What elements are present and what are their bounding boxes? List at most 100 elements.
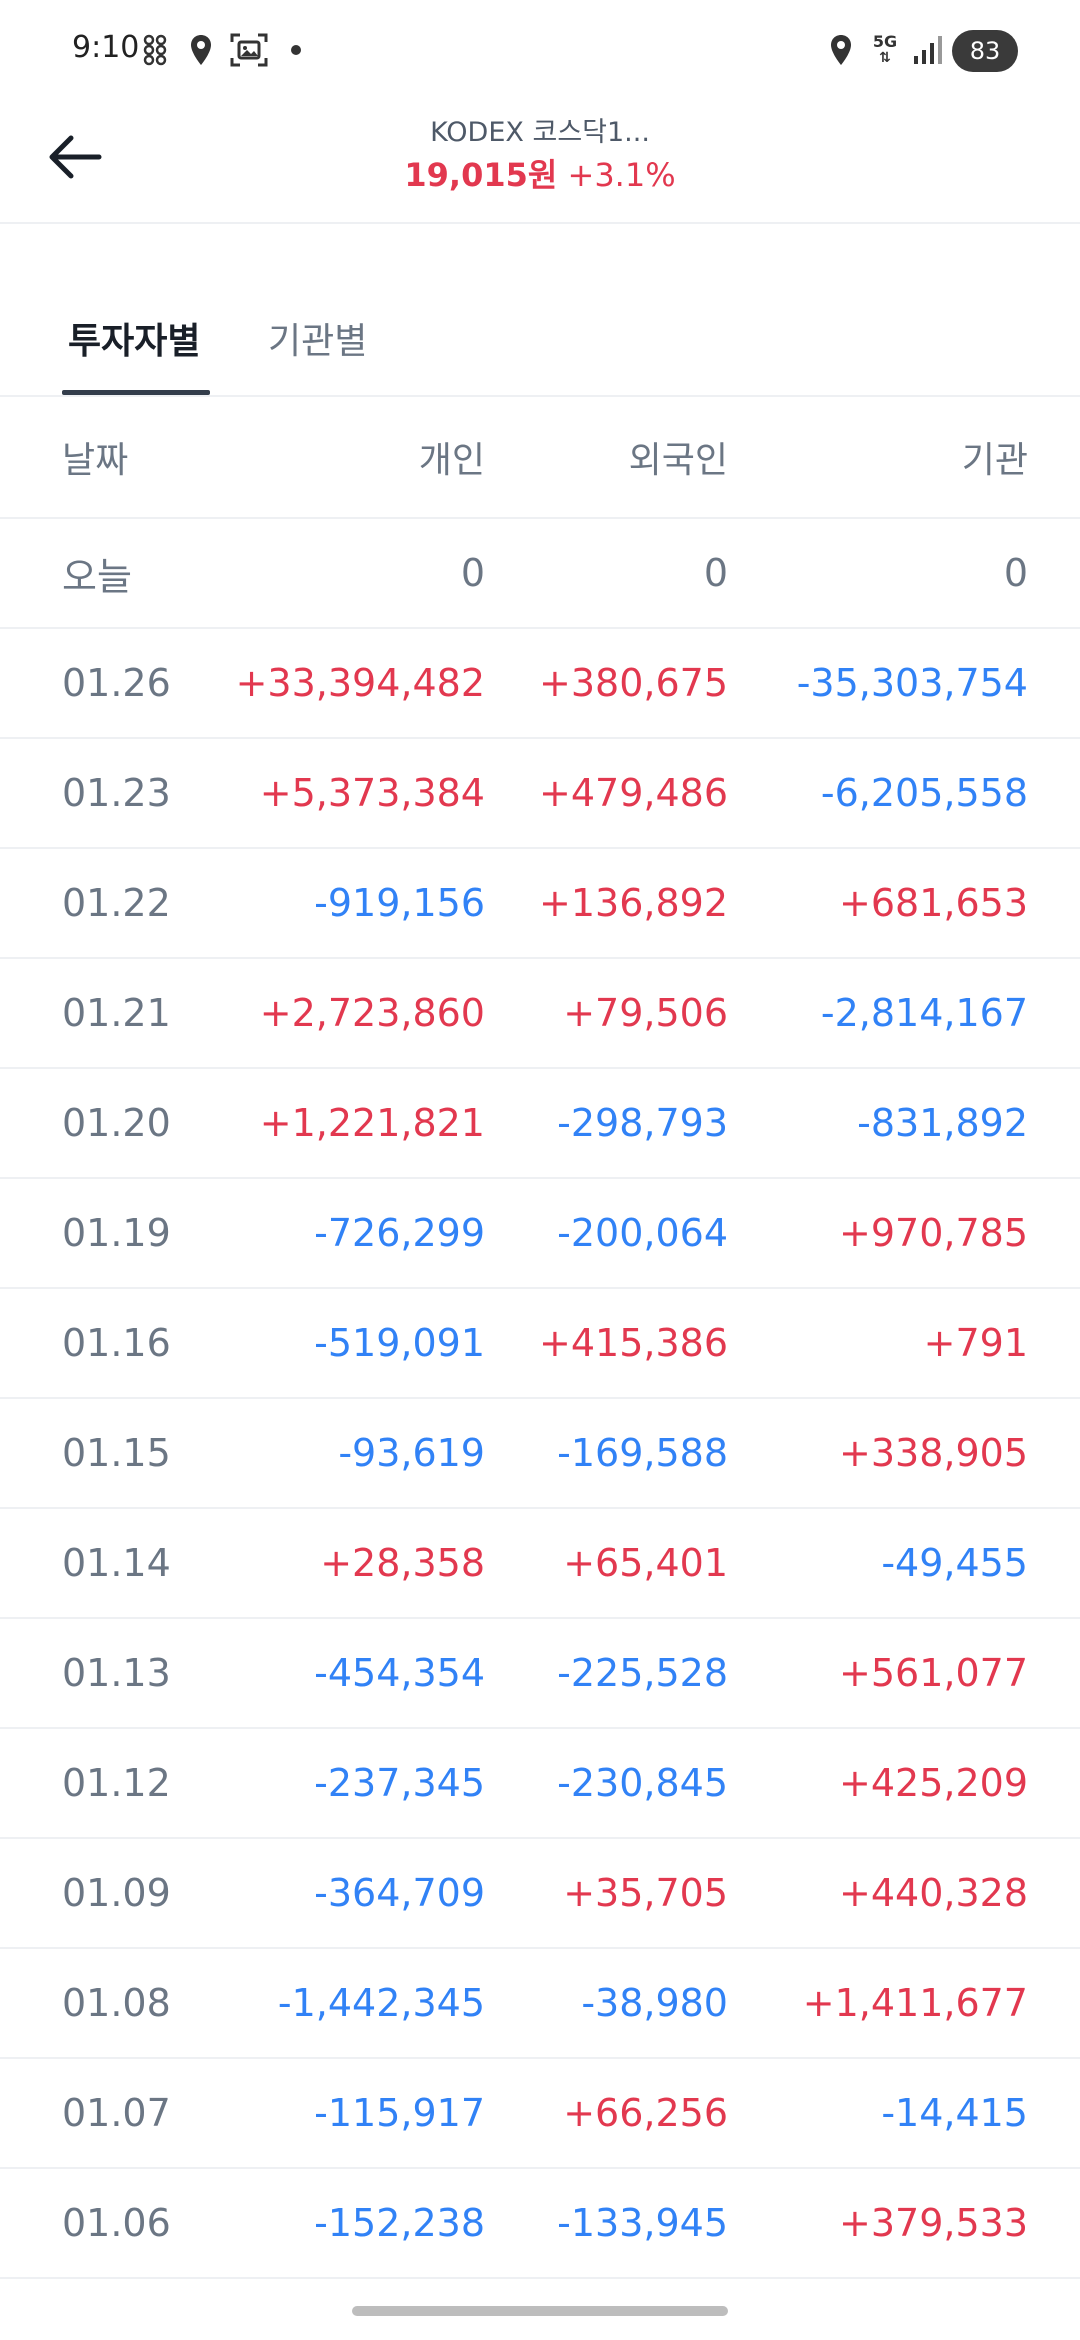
individual-value: +5,373,384 [259,771,485,815]
table-row: 01.22 -919,156 +136,892 +681,653 [0,849,1080,959]
institution-value: +970,785 [839,1211,1028,1255]
table-row: 01.15 -93,619 -169,588 +338,905 [0,1399,1080,1509]
institution-value: +338,905 [839,1431,1028,1475]
table-row: 01.16 -519,091 +415,386 +791 [0,1289,1080,1399]
individual-value: -237,345 [314,1761,485,1805]
institution-value: +440,328 [839,1871,1028,1915]
row-date: 01.12 [62,1761,171,1805]
row-date: 01.08 [62,1981,171,2025]
row-date: 01.13 [62,1651,171,1695]
table-row: 01.08 -1,442,345 -38,980 +1,411,677 [0,1949,1080,2059]
active-tab-indicator [62,390,210,395]
network-type-label: 5G [872,32,898,51]
column-header-date: 날짜 [62,440,129,481]
institution-value: +561,077 [839,1651,1028,1695]
table-row: 01.12 -237,345 -230,845 +425,209 [0,1729,1080,1839]
table-row: 01.07 -115,917 +66,256 -14,415 [0,2059,1080,2169]
signal-icon [910,30,946,70]
foreign-value: +380,675 [539,661,728,705]
row-date: 01.09 [62,1871,171,1915]
stock-price: 19,015원 [404,156,558,194]
tab-by-investor[interactable]: 투자자별 [68,312,200,364]
row-date: 01.15 [62,1431,171,1475]
row-date: 01.20 [62,1101,171,1145]
table-body: 오늘 0 0 0 01.26 +33,394,482 +380,675 -35,303,754… [0,519,1080,2279]
table-row: 01.20 +1,221,821 -298,793 -831,892 [0,1069,1080,1179]
stock-change: +3.1% [567,156,676,194]
column-header-institution: 기관 [961,440,1028,481]
individual-value: -454,354 [314,1651,485,1695]
row-date: 01.23 [62,771,171,815]
foreign-value: -230,845 [557,1761,728,1805]
status-time: 9:10 [72,30,140,65]
foreign-value: -298,793 [557,1101,728,1145]
tab-by-institution[interactable]: 기관별 [268,312,367,364]
individual-value: +33,394,482 [235,661,485,705]
table-row: 01.21 +2,723,860 +79,506 -2,814,167 [0,959,1080,1069]
institution-value: -14,415 [881,2091,1028,2135]
battery-indicator: 83 [952,30,1018,72]
institution-value: +379,533 [839,2201,1028,2245]
foreign-value: +136,892 [539,881,728,925]
individual-value: -364,709 [314,1871,485,1915]
table-row: 01.26 +33,394,482 +380,675 -35,303,754 [0,629,1080,739]
network-5g-icon: 5G ⇅ [872,32,898,67]
status-bar: 9:10 5G ⇅ 83 [0,0,1080,100]
institution-value: -831,892 [857,1101,1028,1145]
individual-value: -93,619 [338,1431,485,1475]
table-row: 01.09 -364,709 +35,705 +440,328 [0,1839,1080,1949]
foreign-value: -133,945 [557,2201,728,2245]
stock-name: KODEX 코스닥1... [430,117,650,148]
row-date: 01.06 [62,2201,171,2245]
institution-value: -2,814,167 [820,991,1028,1035]
row-date: 오늘 [62,554,132,599]
more-notifications-dot-icon [288,30,304,70]
individual-value: -519,091 [314,1321,485,1365]
institution-value: -6,205,558 [820,771,1028,815]
institution-value: +425,209 [839,1761,1028,1805]
foreign-value: -225,528 [557,1651,728,1695]
row-date: 01.21 [62,991,171,1035]
foreign-value: -169,588 [557,1431,728,1475]
app-notification-icon [140,30,170,70]
table-row: 01.14 +28,358 +65,401 -49,455 [0,1509,1080,1619]
row-date: 01.19 [62,1211,171,1255]
table-row: 오늘 0 0 0 [0,519,1080,629]
institution-value: 0 [1003,551,1028,595]
foreign-value: +35,705 [563,1871,728,1915]
foreign-value: +66,256 [563,2091,728,2135]
column-header-foreign: 외국인 [628,440,728,481]
individual-value: -726,299 [314,1211,485,1255]
table-row: 01.23 +5,373,384 +479,486 -6,205,558 [0,739,1080,849]
institution-value: -49,455 [881,1541,1028,1585]
foreign-value: +479,486 [539,771,728,815]
location-icon [186,30,216,70]
individual-value: -919,156 [314,881,485,925]
individual-value: +1,221,821 [259,1101,485,1145]
table-row: 01.13 -454,354 -225,528 +561,077 [0,1619,1080,1729]
foreign-value: -200,064 [557,1211,728,1255]
table-row: 01.06 -152,238 -133,945 +379,533 [0,2169,1080,2279]
location-active-icon [826,30,856,70]
table-header: 날짜 개인 외국인 기관 [0,397,1080,519]
home-indicator[interactable] [352,2306,728,2316]
individual-value: -115,917 [314,2091,485,2135]
individual-value: -1,442,345 [277,1981,485,2025]
stock-price-line: 19,015원 +3.1% [0,150,1080,196]
investor-tabs: 투자자별 기관별 [0,300,1080,397]
row-date: 01.07 [62,2091,171,2135]
row-date: 01.22 [62,881,171,925]
app-header: KODEX 코스닥1... 19,015원 +3.1% [0,100,1080,224]
row-date: 01.14 [62,1541,171,1585]
institution-value: +681,653 [839,881,1028,925]
screenshot-icon [228,30,270,70]
table-row: 01.19 -726,299 -200,064 +970,785 [0,1179,1080,1289]
row-date: 01.26 [62,661,171,705]
individual-value: +2,723,860 [259,991,485,1035]
row-date: 01.16 [62,1321,171,1365]
column-header-individual: 개인 [418,440,485,481]
institution-value: +791 [923,1321,1028,1365]
individual-value: +28,358 [320,1541,485,1585]
investor-trading-table: 날짜 개인 외국인 기관 오늘 0 0 0 01.26 +33,394,482 +380,6… [0,397,1080,2279]
individual-value: 0 [460,551,485,595]
